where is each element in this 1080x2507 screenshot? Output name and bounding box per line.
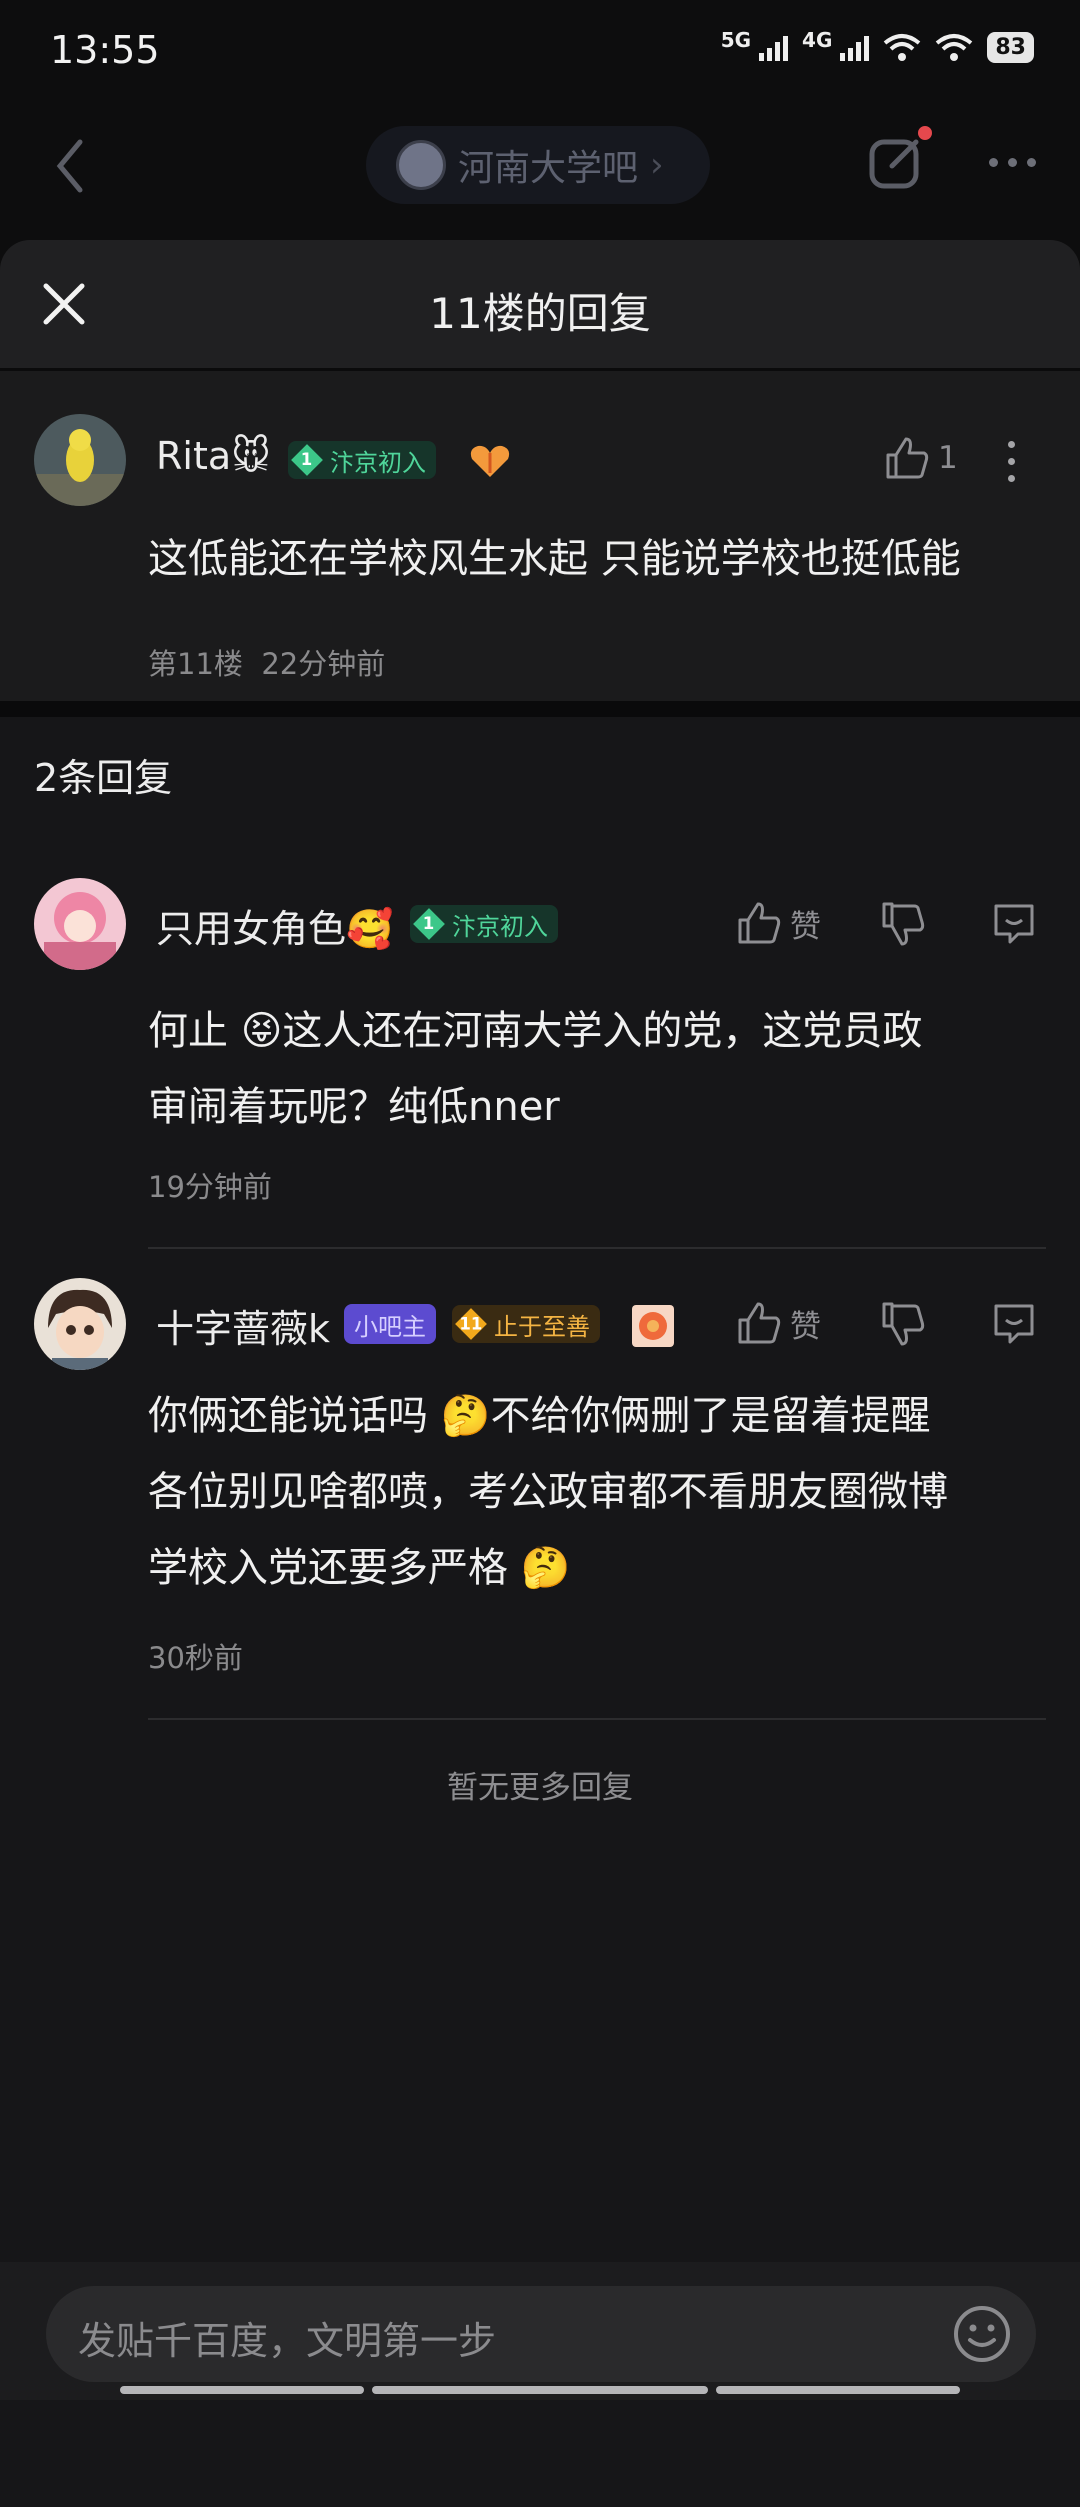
battery-indicator: 83	[987, 32, 1034, 63]
moderator-badge: 小吧主	[344, 1304, 436, 1344]
emoji-icon[interactable]	[952, 2304, 1012, 2364]
floor-number: 第11楼	[148, 647, 243, 681]
edit-post-icon[interactable]	[866, 132, 926, 192]
wifi-icon-2	[936, 33, 973, 61]
status-bar: 13:55 5G 4G 83	[0, 0, 1080, 106]
reply-content: 你俩还能说话吗 🤔不给你俩删了是留着提醒 各位别见啥都喷，考公政审都不看朋友圈微…	[148, 1393, 948, 1591]
like-button[interactable]: 赞	[736, 900, 821, 946]
network-4g-label: 4G	[802, 27, 833, 52]
like-label: 赞	[790, 1308, 821, 1345]
status-icons: 5G 4G 83	[721, 28, 1034, 63]
level-label: 汴京初入	[452, 912, 548, 941]
reply-time: 19分钟前	[148, 1170, 272, 1204]
sheet-title: 11楼的回复	[429, 289, 651, 338]
forum-logo-icon	[396, 140, 446, 190]
like-button[interactable]: 赞	[736, 1300, 821, 1346]
member-heart-icon	[470, 445, 510, 477]
replies-list: 2条回复 只用女角色🥰 1 汴京初入 赞 何止 😝这人还在河南大学入的党，这党员…	[0, 717, 1080, 2507]
level-gem-icon: 1	[291, 444, 323, 476]
notification-dot	[918, 126, 932, 140]
reply-time: 30秒前	[148, 1641, 243, 1675]
sheet-header: 11楼的回复	[0, 240, 1080, 371]
level-gem-icon: 1	[413, 908, 445, 940]
member-flower-icon	[632, 1305, 674, 1347]
gesture-bar-segment	[716, 2386, 960, 2394]
signal-icon-2	[840, 35, 870, 61]
floor-post: Rita🐭 1 汴京初入 1 这低能还在学校风生水起 只能说学校也挺低能 第11…	[0, 371, 1080, 701]
reply-content: 何止 😝这人还在河南大学入的党，这党员政 审闹着玩呢？纯低nner	[148, 1008, 923, 1130]
back-arrow-icon[interactable]	[50, 136, 90, 196]
divider	[148, 1718, 1046, 1720]
reply-comment-icon[interactable]	[990, 1300, 1038, 1348]
level-gem-icon: 11	[455, 1308, 487, 1340]
thumb-up-icon	[738, 1302, 781, 1344]
post-meta: 第11楼 22分钟前	[148, 641, 385, 683]
avatar[interactable]	[34, 414, 126, 506]
level-badge: 1 汴京初入	[410, 905, 558, 943]
like-button[interactable]: 1	[884, 435, 958, 481]
chevron-right-icon: ›	[650, 145, 664, 185]
like-label: 赞	[790, 908, 821, 945]
post-time: 22分钟前	[261, 647, 386, 681]
thumb-up-icon	[738, 902, 781, 944]
input-placeholder: 发贴千百度，文明第一步	[78, 2319, 497, 2363]
reply-input-bar: 发贴千百度，文明第一步	[0, 2262, 1080, 2400]
thumb-down-icon[interactable]	[880, 900, 928, 948]
username[interactable]: 只用女角色🥰	[156, 898, 393, 953]
post-content: 这低能还在学校风生水起 只能说学校也挺低能	[148, 536, 961, 582]
more-options-icon[interactable]	[989, 158, 1036, 167]
no-more-replies: 暂无更多回复	[447, 1770, 633, 1806]
gesture-bar-segment	[120, 2386, 364, 2394]
reply-count: 2条回复	[34, 756, 173, 800]
level-badge: 11 止于至善	[452, 1305, 600, 1343]
level-label: 汴京初入	[330, 448, 426, 477]
network-5g-label: 5G	[720, 27, 752, 52]
avatar[interactable]	[34, 878, 126, 970]
like-count: 1	[938, 440, 958, 476]
reply-input[interactable]: 发贴千百度，文明第一步	[46, 2286, 1036, 2382]
thumb-up-icon	[886, 437, 929, 479]
avatar[interactable]	[34, 1278, 126, 1370]
top-nav: 河南大学吧 ›	[0, 106, 1080, 226]
more-vert-icon[interactable]	[1008, 441, 1015, 482]
forum-name: 河南大学吧	[458, 148, 639, 189]
signal-icon	[759, 35, 789, 61]
reply-comment-icon[interactable]	[990, 900, 1038, 948]
section-divider	[0, 701, 1080, 717]
wifi-icon	[884, 33, 921, 61]
level-label: 止于至善	[494, 1312, 590, 1341]
username[interactable]: Rita🐭	[156, 434, 271, 478]
username[interactable]: 十字蔷薇k	[156, 1298, 330, 1353]
level-badge: 1 汴京初入	[288, 441, 436, 479]
thumb-down-icon[interactable]	[880, 1300, 928, 1348]
status-time: 13:55	[50, 28, 160, 72]
forum-entry-button[interactable]: 河南大学吧 ›	[366, 126, 710, 204]
gesture-bar-segment	[372, 2386, 708, 2394]
reply-sheet: 11楼的回复 Rita🐭 1 汴京初入 1 这低能还在学校风生水起 只能说学校也…	[0, 240, 1080, 2507]
divider	[148, 1247, 1046, 1249]
